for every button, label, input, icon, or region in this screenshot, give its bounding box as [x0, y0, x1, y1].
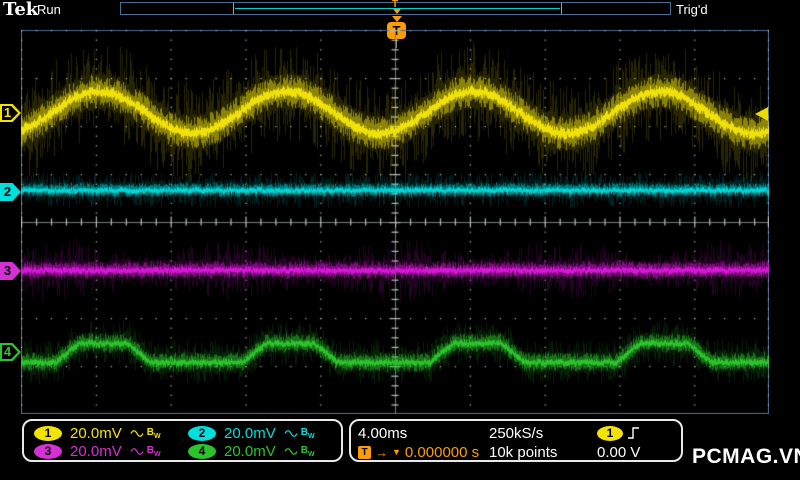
timebase-trigger-readout-box: 4.00ms 250kS/s 1 T → ▼ 0.000000 s 10k po…: [349, 419, 683, 462]
record-window-bracket-left: [233, 3, 234, 14]
trigger-level-readout: 0.00 V: [597, 443, 641, 461]
ac-coupling-icon: [284, 429, 298, 437]
bandwidth-limit-icon: BW: [300, 444, 315, 458]
record-window-bracket-right: [561, 3, 562, 14]
channel-2-indicators: BW: [284, 427, 315, 440]
channel-1-badge: 1: [34, 425, 62, 441]
bandwidth-limit-icon: BW: [146, 444, 161, 458]
channel-2-badge: 2: [188, 425, 216, 441]
channel-2-readout: 2 20.0mV BW: [188, 424, 315, 442]
channel-4-marker-label: 4: [3, 344, 12, 359]
timebase-scale: 4.00ms: [358, 424, 408, 442]
trigger-position-readout: T → ▼ 0.000000 s: [358, 443, 480, 461]
ac-coupling-icon: [284, 447, 298, 455]
watermark: PCMAG.VN: [692, 445, 800, 468]
down-triangle-icon: ▼: [392, 447, 401, 457]
ac-coupling-icon: [130, 429, 144, 437]
trigger-source-badge: 1: [597, 425, 623, 441]
trigger-mini-arrow-icon: [393, 9, 401, 14]
trigger-t-icon: T: [358, 445, 371, 459]
bandwidth-limit-icon: BW: [300, 426, 315, 440]
channel-3-indicators: BW: [130, 445, 161, 458]
bandwidth-limit-icon: BW: [146, 426, 161, 440]
channel-4-readout: 4 20.0mV BW: [188, 442, 315, 460]
channel-3-badge: 3: [34, 443, 62, 459]
rising-edge-slope-icon: [628, 427, 639, 439]
right-arrow-icon: →: [375, 444, 388, 460]
channel-4-indicators: BW: [284, 445, 315, 458]
channel-2-marker: 2: [0, 183, 21, 201]
trigger-status: Trig'd: [676, 2, 708, 17]
record-length: 10k points: [489, 443, 558, 461]
trigger-source-slope: 1: [597, 425, 640, 441]
waveform-display: [21, 16, 769, 414]
channel-4-marker: 4: [0, 343, 21, 361]
channel-3-scale: 20.0mV: [70, 442, 122, 460]
ac-coupling-icon: [130, 447, 144, 455]
channel-1-readout: 1 20.0mV BW: [34, 424, 161, 442]
channel-1-marker-label: 1: [3, 105, 12, 120]
trigger-position-value: 0.000000 s: [404, 443, 480, 461]
channel-4-scale: 20.0mV: [224, 442, 276, 460]
channel-4-badge: 4: [188, 443, 216, 459]
channel-3-marker: 3: [0, 262, 21, 280]
sample-rate: 250kS/s: [489, 424, 544, 442]
channel-1-scale: 20.0mV: [70, 424, 122, 442]
oscilloscope-screen: Tek Run Trig'd T T 1 2 3 4 1 20.0mV: [0, 0, 800, 480]
channel-3-marker-label: 3: [3, 263, 12, 278]
channel-3-readout: 3 20.0mV BW: [34, 442, 161, 460]
trigger-level-arrow-icon: [755, 107, 768, 121]
channel-1-marker: 1: [0, 104, 21, 122]
channel-1-indicators: BW: [130, 427, 161, 440]
channel-2-marker-label: 2: [3, 184, 12, 199]
channel-readout-box: 1 20.0mV BW 2 20.0mV BW 3 20.0mV BW 4 20…: [22, 419, 343, 462]
acquisition-status: Run: [37, 2, 61, 17]
channel-2-scale: 20.0mV: [224, 424, 276, 442]
